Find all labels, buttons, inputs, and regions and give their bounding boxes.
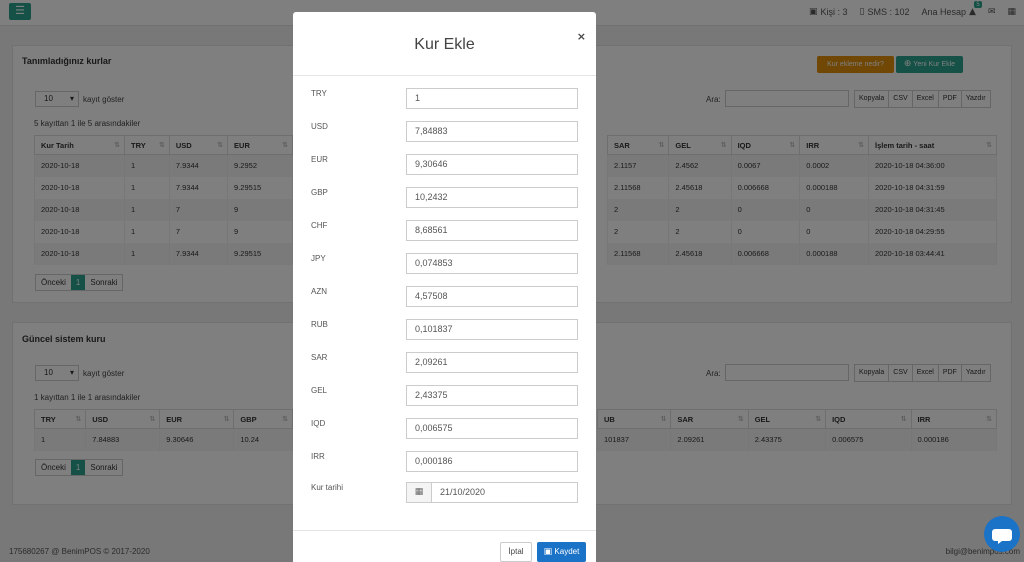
rate-input-try[interactable]: 1: [406, 88, 578, 109]
field-label: SAR: [311, 353, 328, 362]
rate-input-gel[interactable]: 2,43375: [406, 385, 578, 406]
rate-input-usd[interactable]: 7,84883: [406, 121, 578, 142]
rate-input-azn[interactable]: 4,57508: [406, 286, 578, 307]
chat-icon: [992, 529, 1012, 544]
cancel-button[interactable]: İptal: [500, 542, 532, 562]
rate-input-gbp[interactable]: 10,2432: [406, 187, 578, 208]
floppy-icon: ▣: [543, 547, 553, 557]
modal-title: Kur Ekle: [414, 36, 475, 53]
divider: [293, 530, 596, 531]
save-button[interactable]: ▣ Kaydet: [537, 542, 586, 562]
rate-input-sar[interactable]: 2,09261: [406, 352, 578, 373]
chat-widget-button[interactable]: [984, 516, 1020, 552]
rate-input-rub[interactable]: 0,101837: [406, 319, 578, 340]
rate-input-iqd[interactable]: 0,006575: [406, 418, 578, 439]
date-label: Kur tarihi: [311, 483, 344, 492]
date-value: 21/10/2020: [440, 487, 486, 497]
field-label: GBP: [311, 188, 328, 197]
rate-input-eur[interactable]: 9,30646: [406, 154, 578, 175]
divider: [293, 75, 596, 76]
date-field[interactable]: ▦ 21/10/2020: [406, 482, 578, 503]
field-label: IRR: [311, 452, 325, 461]
field-label: EUR: [311, 155, 328, 164]
rate-input-jpy[interactable]: 0,074853: [406, 253, 578, 274]
field-label: RUB: [311, 320, 328, 329]
field-label: AZN: [311, 287, 327, 296]
calendar-icon[interactable]: ▦: [407, 483, 432, 502]
field-label: GEL: [311, 386, 328, 395]
field-label: TRY: [311, 89, 327, 98]
rate-input-irr[interactable]: 0,000186: [406, 451, 578, 472]
close-icon[interactable]: ×: [577, 30, 586, 43]
field-label: CHF: [311, 221, 328, 230]
field-label: USD: [311, 122, 328, 131]
field-label: IQD: [311, 419, 326, 428]
add-rate-modal: Kur Ekle × TRY 1 USD 7,84883 EUR 9,30646 GBP 10…: [293, 12, 596, 562]
field-label: JPY: [311, 254, 326, 263]
rate-input-chf[interactable]: 8,68561: [406, 220, 578, 241]
